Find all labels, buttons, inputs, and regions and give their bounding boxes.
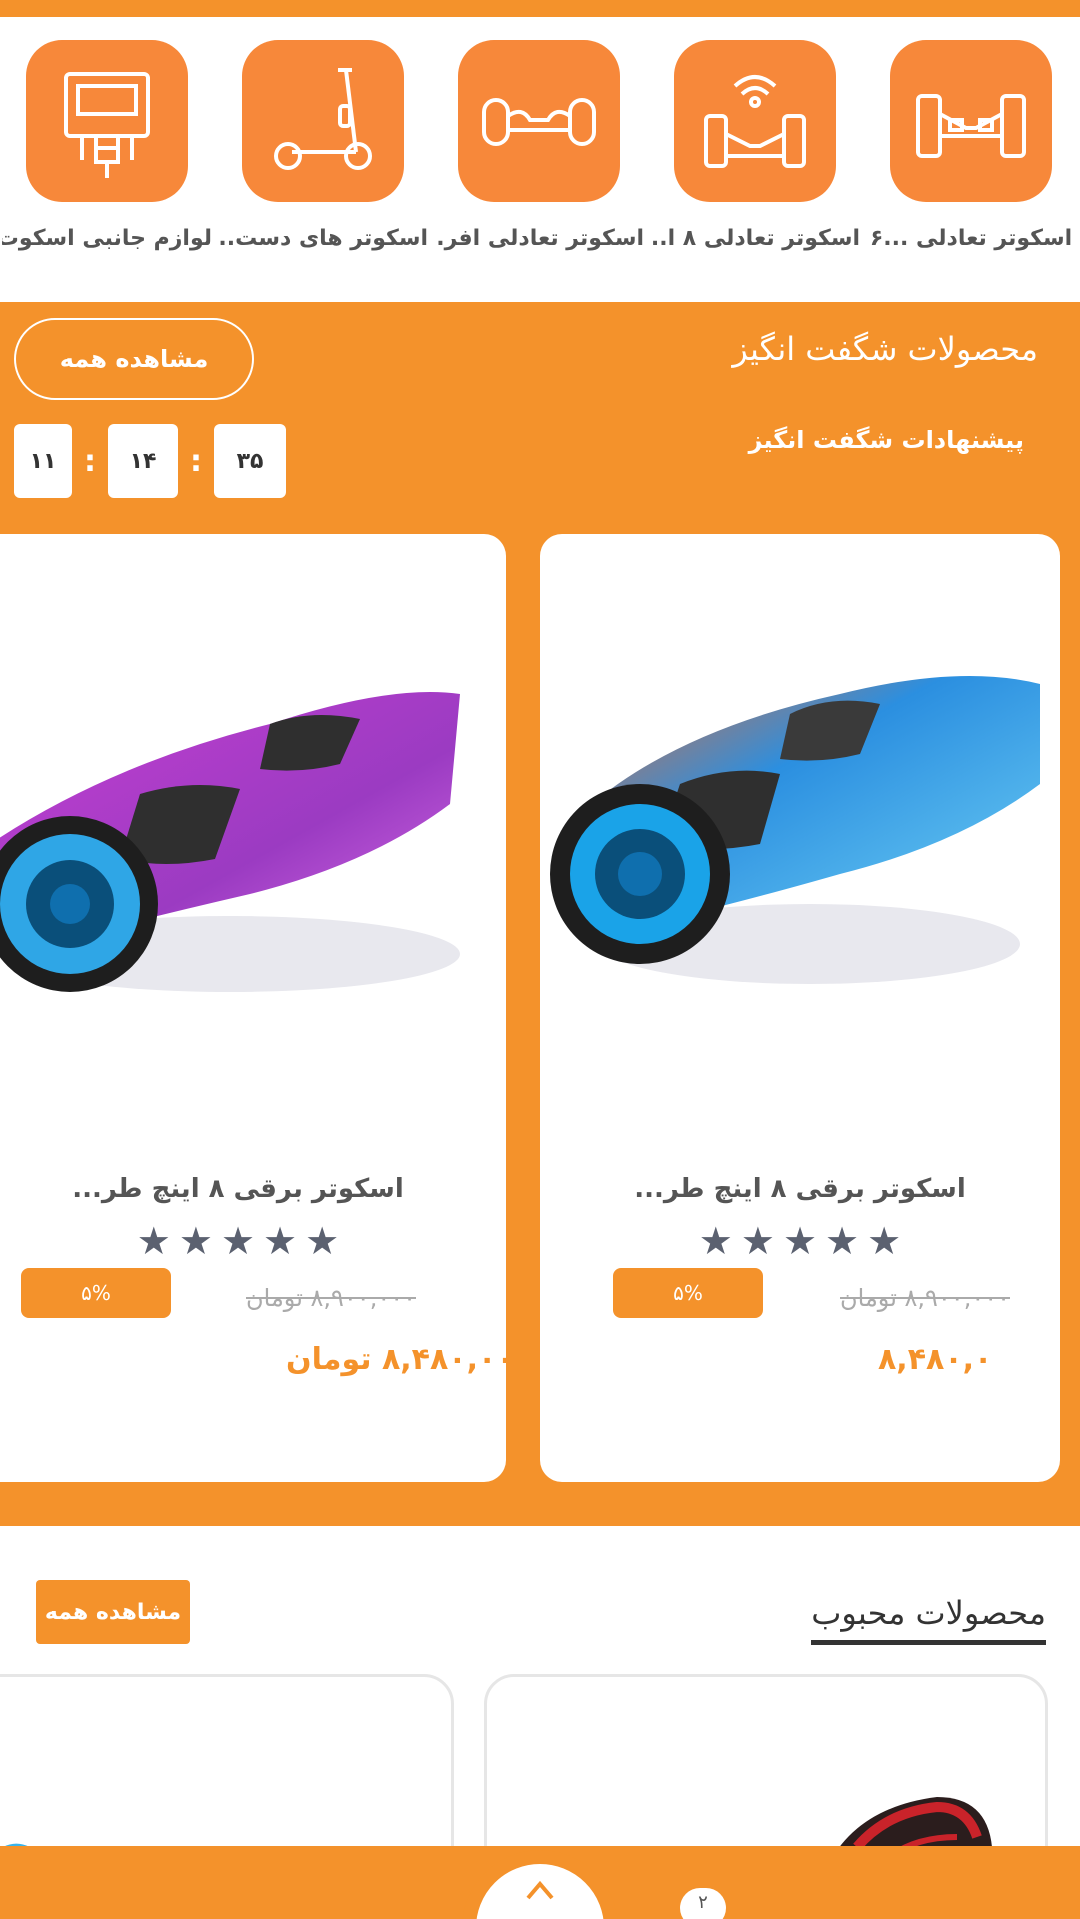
view-all-button[interactable]: مشاهده همه xyxy=(14,318,254,400)
discount-badge: ۵% xyxy=(613,1268,763,1318)
category-item[interactable]: اسکوتر تعادلی افر... xyxy=(434,40,644,251)
timer-seconds: ۳۵ xyxy=(214,424,286,498)
section-subtitle: پیشنهادات شگفت انگیز xyxy=(748,426,1024,454)
section-title: محصولات شگفت انگیز xyxy=(732,330,1038,368)
product-name[interactable]: اسکوتر برقی ۸ اینچ طر... xyxy=(0,1174,506,1204)
countdown-timer: ۱۱ : ۱۴ : ۳۵ xyxy=(14,424,286,498)
star-icon: ★ xyxy=(698,1219,733,1263)
rating-stars: ★ ★ ★ ★ ★ xyxy=(0,1222,506,1260)
product-name[interactable]: اسکوتر برقی ۸ اینچ طر... xyxy=(540,1174,1060,1204)
hoverboard-side-icon xyxy=(916,94,1026,158)
star-icon: ★ xyxy=(178,1219,213,1263)
popular-section-title: محصولات محبوب xyxy=(811,1594,1046,1645)
category-item[interactable]: لوازم جانبی اسکوت... xyxy=(2,40,212,251)
product-card[interactable]: اسکوتر برقی ۸ اینچ طر... ★ ★ ★ ★ ★ ۸,۹۰۰… xyxy=(0,534,506,1482)
new-price: ۸,۴۸۰,۰ xyxy=(878,1342,993,1377)
star-icon: ★ xyxy=(305,1219,340,1263)
star-icon: ★ xyxy=(825,1219,860,1263)
category-label: لوازم جانبی اسکوت... xyxy=(2,226,212,251)
top-accent-strip xyxy=(0,0,1080,17)
star-icon: ★ xyxy=(220,1219,256,1263)
star-icon: ★ xyxy=(782,1219,818,1263)
timer-minutes: ۱۴ xyxy=(108,424,178,498)
star-icon: ★ xyxy=(740,1219,775,1263)
hoverboard-wifi-icon xyxy=(704,75,806,168)
category-label: اسکوتر تعادلی ...۶ xyxy=(869,226,1073,251)
timer-separator: : xyxy=(84,443,96,479)
category-label: اسکوتر تعادلی افر... xyxy=(434,226,644,251)
category-item[interactable]: اسکوتر تعادلی ...۶ xyxy=(866,40,1076,251)
rating-stars: ★ ★ ★ ★ ★ xyxy=(540,1222,1060,1260)
category-tile[interactable] xyxy=(26,40,188,202)
category-item[interactable]: اسکوتر های دست... xyxy=(218,40,428,251)
category-tile[interactable] xyxy=(890,40,1052,202)
product-image[interactable] xyxy=(0,614,506,1034)
product-card[interactable]: اسکوتر برقی ۸ اینچ طر... ★ ★ ★ ★ ★ ۸,۹۰۰… xyxy=(540,534,1060,1482)
category-tile[interactable] xyxy=(242,40,404,202)
star-icon: ★ xyxy=(867,1219,902,1263)
old-price: ۸,۹۰۰,۰۰۰ تومان xyxy=(246,1284,416,1312)
view-all-button[interactable]: مشاهده همه xyxy=(36,1580,190,1644)
hoverboard-wheels-icon xyxy=(482,98,596,146)
kick-scooter-icon xyxy=(274,68,372,170)
product-image[interactable] xyxy=(540,614,1060,1034)
category-row: اسکوتر تعادلی ...۶ اسکوتر تعادلی ۸ ا... xyxy=(0,40,1080,260)
old-price: ۸,۹۰۰,۰۰۰ تومان xyxy=(840,1284,1010,1312)
category-tile[interactable] xyxy=(458,40,620,202)
category-label: اسکوتر تعادلی ۸ ا... xyxy=(650,226,860,251)
timer-hours: ۱۱ xyxy=(14,424,72,498)
category-label: اسکوتر های دست... xyxy=(218,226,428,251)
home-icon xyxy=(526,1880,554,1900)
timer-separator: : xyxy=(190,443,202,479)
category-item[interactable]: اسکوتر تعادلی ۸ ا... xyxy=(650,40,860,251)
new-price: ۸,۴۸۰,۰۰۰ تومان xyxy=(286,1342,506,1377)
charger-icon xyxy=(64,72,150,178)
star-icon: ★ xyxy=(136,1219,171,1263)
discount-badge: ۵% xyxy=(21,1268,171,1318)
amazing-offers-section: محصولات شگفت انگیز مشاهده همه پیشنهادات … xyxy=(0,302,1080,1526)
category-tile[interactable] xyxy=(674,40,836,202)
star-icon: ★ xyxy=(263,1219,298,1263)
cart-count-badge: ۲ xyxy=(680,1888,726,1919)
